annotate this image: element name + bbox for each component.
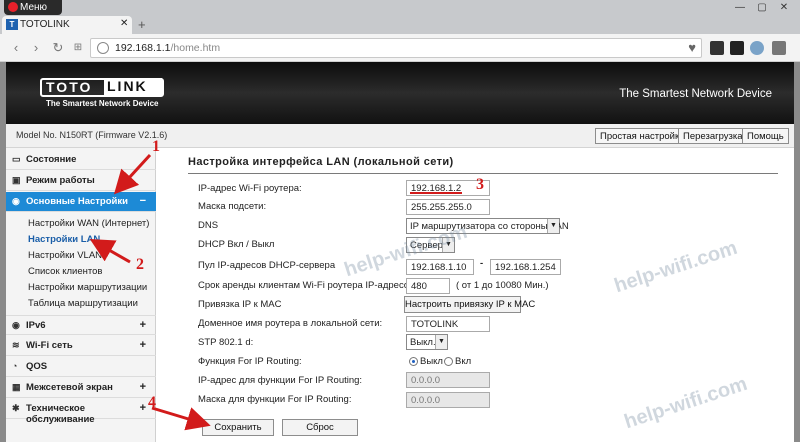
annotation-number-4: 4 [148,394,156,411]
arrow-4 [151,406,211,431]
arrow-1 [113,153,152,195]
annotation-arrows [89,153,462,431]
arrow-2 [89,239,131,264]
screen: Меню T TOTOLINK ✕ + — ▢ ✕ ‹ › ↻ ⊞ 192.16… [0,0,800,442]
annotation-number-3: 3 [476,176,484,193]
annotation-number-1: 1 [152,138,160,155]
annotation-number-2: 2 [136,256,144,273]
